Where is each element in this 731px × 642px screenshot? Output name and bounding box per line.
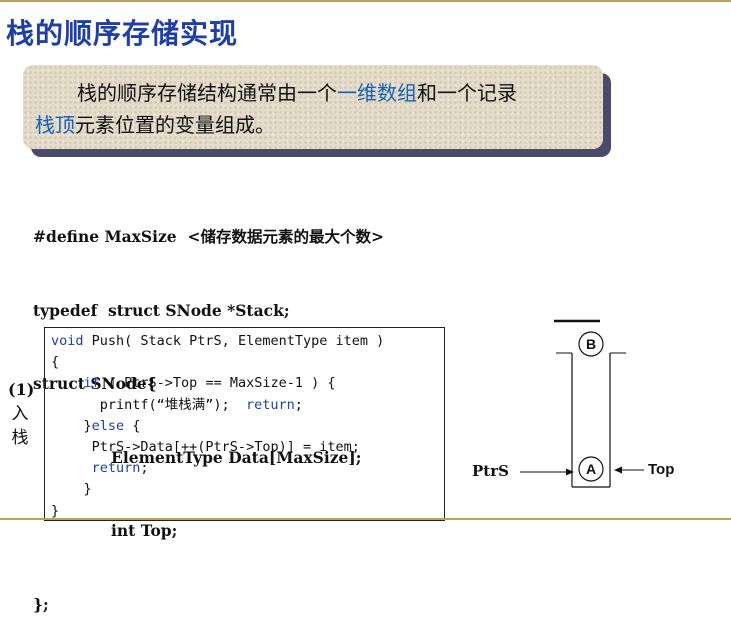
node-b-label: B — [586, 336, 596, 352]
note-text-3: 元素位置的变量组成。 — [75, 113, 275, 137]
define-line: #define MaxSize <储存数据元素的最大个数> — [33, 227, 384, 246]
section-number: (1) — [8, 380, 35, 399]
push-side-label: (1) 入 栈 — [8, 378, 35, 450]
top-rule — [0, 0, 731, 2]
code-line-3: if ( PtrS->Top == MaxSize-1 ) { — [83, 375, 336, 392]
push-code-box: void Push( Stack PtrS, ElementType item … — [44, 327, 445, 521]
ptrs-label: PtrS — [472, 462, 509, 480]
code-line-6: PtrS->Data[++(PtrS->Top)] = item; — [51, 439, 360, 456]
note-highlight-array: 一维数组 — [337, 81, 417, 105]
code-line-8: } — [51, 481, 92, 498]
code-line-2: { — [51, 354, 60, 371]
code-line-1: void Push( Stack PtrS, ElementType item … — [51, 333, 385, 349]
code-line-4: printf(“堆栈满”); return; — [51, 396, 303, 413]
note-text-1: 栈的顺序存储结构通常由一个 — [77, 81, 337, 105]
slide-title: 栈的顺序存储实现 — [6, 17, 239, 50]
bottom-rule — [0, 518, 731, 520]
code-line-5: }else { — [51, 417, 141, 434]
note-highlight-top: 栈顶 — [35, 113, 75, 137]
ptrs-arrow-head — [566, 468, 574, 476]
code-line-7: return; — [91, 460, 149, 477]
side-char-1: 入 — [11, 404, 29, 424]
node-a-label: A — [586, 461, 596, 477]
note-box: 栈的顺序存储结构通常由一个一维数组和一个记录 栈顶元素位置的变量组成。 — [23, 65, 603, 149]
top-arrow-head — [614, 466, 622, 474]
top-label: Top — [648, 461, 675, 478]
struct-end-line: }; — [33, 594, 49, 614]
note-text-2: 和一个记录 — [417, 81, 517, 105]
typedef-line: typedef struct SNode *Stack; — [33, 300, 290, 320]
side-char-2: 栈 — [11, 428, 29, 448]
